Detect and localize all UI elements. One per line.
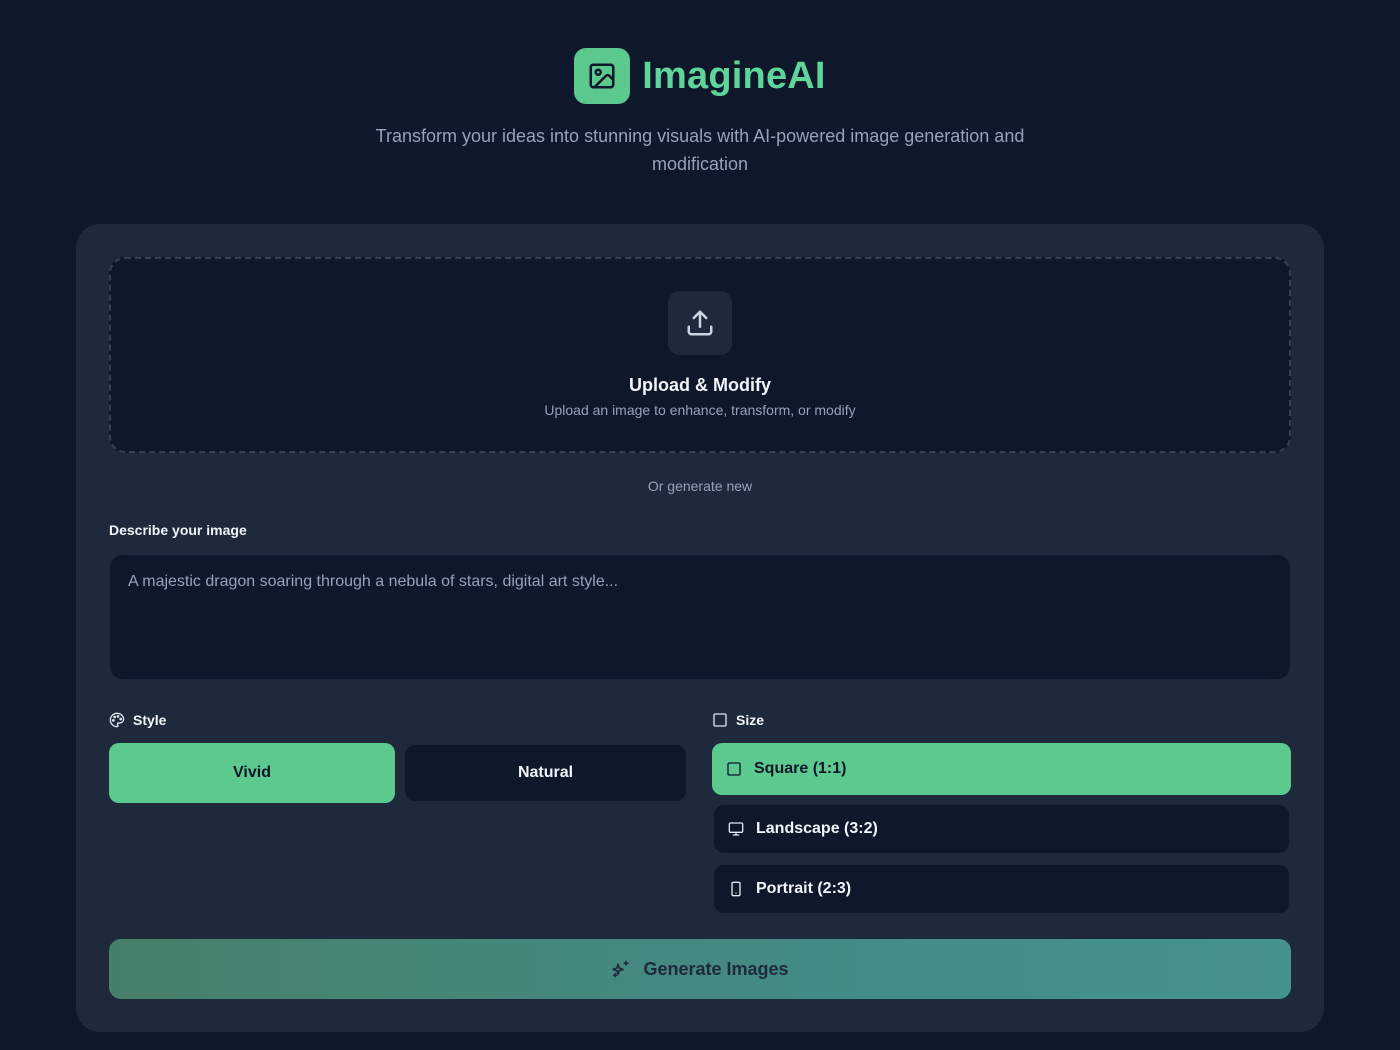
brand: ImagineAI <box>574 48 826 104</box>
upload-dropzone[interactable]: Upload & Modify Upload an image to enhan… <box>109 257 1291 453</box>
size-landscape-button[interactable]: Landscape (3:2) <box>714 805 1289 853</box>
palette-icon <box>109 712 125 728</box>
upload-title: Upload & Modify <box>629 375 771 395</box>
size-portrait-label: Portrait (2:3) <box>756 880 852 897</box>
upload-icon <box>687 310 713 336</box>
logo <box>574 48 631 104</box>
upload-subtitle: Upload an image to enhance, transform, o… <box>544 402 856 418</box>
size-portrait-button[interactable]: Portrait (2:3) <box>714 865 1289 913</box>
size-label-text: Size <box>736 712 765 728</box>
size-square-button[interactable]: Square (1:1) <box>712 743 1291 795</box>
page-header: ImagineAI Transform your ideas into stun… <box>0 0 1400 178</box>
sparkles-icon <box>612 960 629 978</box>
monitor-icon <box>728 822 744 836</box>
generate-button[interactable]: Generate Images <box>109 939 1291 999</box>
style-vivid-button[interactable]: Vivid <box>109 743 395 803</box>
prompt-input[interactable] <box>109 554 1291 680</box>
upload-icon-container <box>668 291 732 355</box>
divider-text: Or generate new <box>647 478 753 494</box>
image-icon <box>589 63 615 89</box>
tagline: Transform your ideas into stunning visua… <box>375 126 1025 174</box>
generate-label: Generate Images <box>643 958 789 979</box>
app-title: ImagineAI <box>642 54 826 97</box>
square-icon <box>727 762 741 776</box>
style-natural-button[interactable]: Natural <box>405 745 686 801</box>
generator-card: Upload & Modify Upload an image to enhan… <box>76 224 1324 1032</box>
square-icon <box>713 713 727 727</box>
prompt-label: Describe your image <box>109 522 247 538</box>
size-label: Size <box>712 712 764 728</box>
size-landscape-label: Landscape (3:2) <box>756 820 878 837</box>
style-label-text: Style <box>133 712 167 728</box>
size-square-label: Square (1:1) <box>754 760 847 777</box>
smartphone-icon <box>731 881 741 897</box>
style-label: Style <box>109 712 166 728</box>
